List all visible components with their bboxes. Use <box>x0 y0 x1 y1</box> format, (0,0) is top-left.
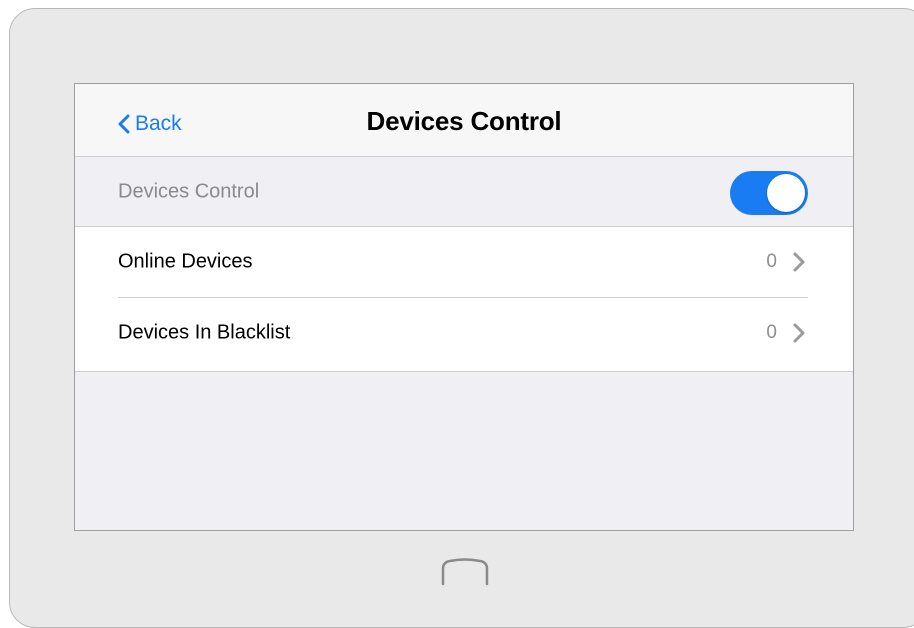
devices-control-label: Devices Control <box>118 180 260 202</box>
online-devices-row[interactable]: Online Devices 0 <box>75 227 853 297</box>
devices-list: Online Devices 0 Devices In Blacklist 0 <box>75 227 853 372</box>
online-devices-label: Online Devices <box>118 250 253 273</box>
blacklist-devices-row[interactable]: Devices In Blacklist 0 <box>75 298 853 368</box>
navigation-bar: Back Devices Control <box>75 84 853 157</box>
online-devices-count: 0 <box>766 251 777 272</box>
devices-control-row: Devices Control <box>75 157 853 227</box>
home-button-icon[interactable] <box>440 557 490 587</box>
blacklist-devices-count: 0 <box>766 322 777 343</box>
chevron-right-icon <box>793 323 805 343</box>
blacklist-devices-label: Devices In Blacklist <box>118 321 291 344</box>
page-title: Devices Control <box>366 106 562 136</box>
chevron-right-icon <box>793 252 805 272</box>
devices-control-toggle[interactable] <box>730 171 808 215</box>
toggle-knob <box>767 174 805 212</box>
screen: Back Devices Control Devices Control Onl… <box>74 83 854 531</box>
